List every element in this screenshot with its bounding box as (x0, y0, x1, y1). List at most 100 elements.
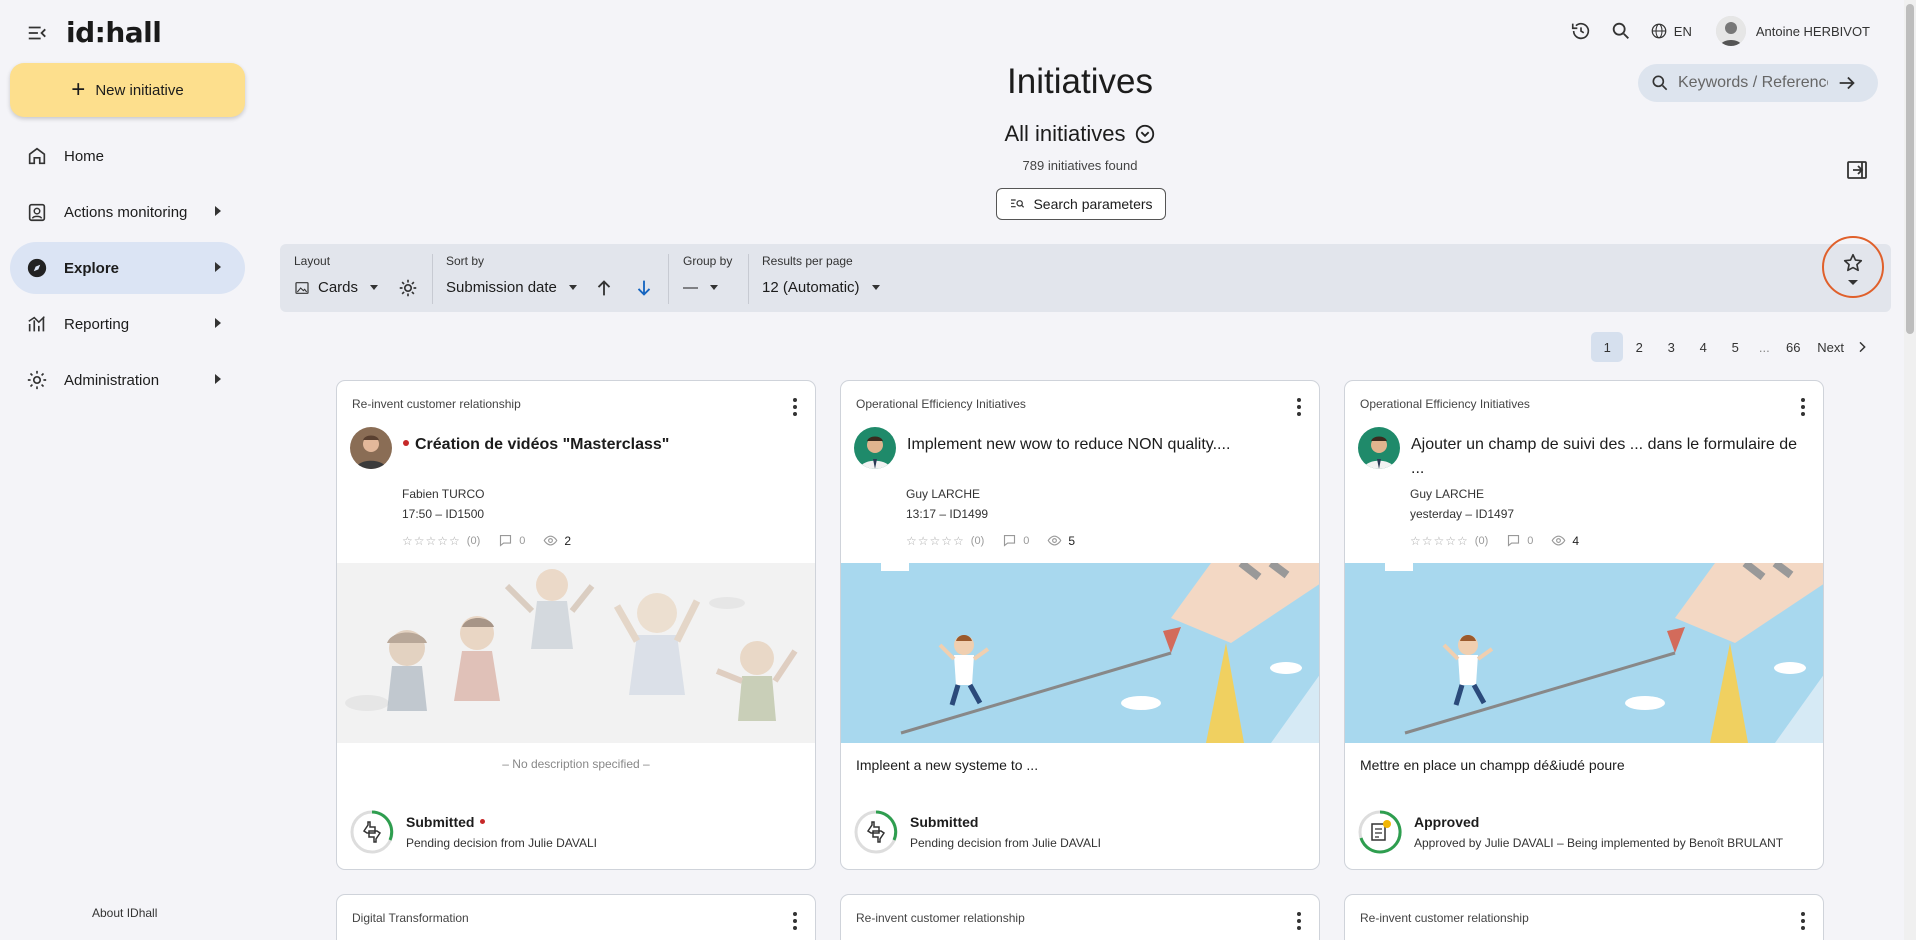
views-value: 5 (1068, 533, 1076, 548)
comment-icon (1004, 534, 1016, 547)
card-category: Re-invent customer relationship (1360, 911, 1529, 925)
more-options-icon[interactable] (1297, 912, 1301, 930)
sidebar-item-administration[interactable]: Administration (10, 354, 245, 406)
new-initiative-button[interactable]: + New initiative (10, 63, 245, 117)
toolbar-divider (668, 254, 669, 304)
card-illustration-climbing-line (841, 563, 1319, 743)
home-icon (28, 147, 46, 165)
arrow-right-icon[interactable] (1836, 72, 1858, 94)
card-stats: ☆☆☆☆☆ (0) 0 4 (1410, 533, 1579, 548)
more-options-icon[interactable] (793, 398, 797, 416)
results-per-page-value: 12 (Automatic) (762, 279, 860, 296)
pagination: 1 2 3 4 5 ... 66 Next (1591, 332, 1870, 362)
results-per-page-label: Results per page (762, 254, 853, 268)
rating-count: (0) (1474, 534, 1489, 547)
next-page-button[interactable]: Next (1817, 339, 1870, 355)
results-count-text: initiatives found (1047, 158, 1138, 173)
rating: ☆☆☆☆☆ (0) (402, 534, 480, 548)
search-icon[interactable] (1610, 20, 1632, 42)
page-button[interactable]: 66 (1777, 332, 1809, 362)
page-button[interactable]: 1 (1591, 332, 1624, 362)
initiative-card[interactable]: Operational Efficiency Initiatives Imple… (840, 380, 1320, 870)
initiative-card[interactable]: Digital Transformation (336, 894, 816, 940)
page-ellipsis: ... (1758, 339, 1770, 355)
view-selector[interactable]: All initiatives (260, 121, 1900, 147)
initiative-card[interactable]: Re-invent customer relationship (1344, 894, 1824, 940)
image-icon (295, 281, 309, 294)
card-category: Operational Efficiency Initiatives (856, 397, 1026, 411)
sidebar-item-actions-monitoring[interactable]: Actions monitoring (10, 186, 245, 238)
views-count: 4 (1551, 533, 1579, 548)
layout-select[interactable]: Cards (294, 279, 379, 296)
results-per-page-select[interactable]: 12 (Automatic) (762, 279, 880, 296)
sidebar-nav: Home Actions monitoring Explore Reportin… (10, 130, 245, 410)
card-status: Approved (1414, 814, 1480, 830)
group-by-select[interactable]: — (683, 279, 718, 296)
page-button[interactable]: 5 (1719, 332, 1751, 362)
initiative-card[interactable]: Re-invent customer relationship Création… (336, 380, 816, 870)
top-bar: EN Antoine HERBIVOT (1570, 16, 1870, 46)
more-options-icon[interactable] (1801, 398, 1805, 416)
sort-select[interactable]: Submission date (446, 279, 577, 296)
group-by-group: Group by — (683, 244, 743, 312)
more-options-icon[interactable] (1297, 398, 1301, 416)
clipboard-person-icon (28, 203, 46, 222)
card-title[interactable]: Ajouter un champ de suivi des ... dans l… (1411, 433, 1809, 481)
rating: ☆☆☆☆☆ (0) (1410, 534, 1488, 548)
toolbar-divider (748, 254, 749, 304)
search-icon (1652, 75, 1668, 91)
favorites-button[interactable] (1822, 236, 1884, 298)
card-status-detail: Approved by Julie DAVALI – Being impleme… (1414, 836, 1784, 850)
sidebar-item-home[interactable]: Home (10, 130, 245, 182)
page-scrollbar[interactable] (1904, 0, 1916, 940)
history-icon[interactable] (1570, 20, 1592, 42)
language-selector[interactable]: EN (1650, 22, 1692, 40)
sort-ascending-arrow-icon[interactable] (593, 277, 615, 299)
more-options-icon[interactable] (1801, 912, 1805, 930)
user-menu[interactable]: Antoine HERBIVOT (1715, 16, 1870, 46)
search-parameters-button[interactable]: Search parameters (996, 188, 1166, 220)
card-title[interactable]: Implement new wow to reduce NON quality.… (907, 433, 1305, 457)
card-stats: ☆☆☆☆☆ (0) 0 2 (402, 533, 571, 548)
initiative-card[interactable]: Operational Efficiency Initiatives Ajout… (1344, 380, 1824, 870)
comments-value: 0 (1527, 534, 1534, 547)
sidebar-item-reporting[interactable]: Reporting (10, 298, 245, 350)
menu-collapse-icon[interactable] (26, 22, 48, 44)
sidebar-item-explore[interactable]: Explore (10, 242, 245, 294)
card-author: Fabien TURCO (402, 487, 485, 501)
sidebar-item-label: Reporting (64, 315, 130, 333)
author-avatar (854, 427, 896, 469)
keyword-search-input[interactable] (1678, 74, 1828, 92)
page-button[interactable]: 2 (1623, 332, 1655, 362)
author-avatar (350, 427, 392, 469)
card-title[interactable]: Création de vidéos "Masterclass" (403, 433, 801, 457)
user-name: Antoine HERBIVOT (1755, 23, 1870, 39)
scrollbar-thumb[interactable] (1906, 4, 1914, 334)
about-link[interactable]: About IDhall (92, 906, 157, 920)
toolbar-divider (432, 254, 433, 304)
page-button[interactable]: 4 (1687, 332, 1719, 362)
dropdown-arrow-icon (1848, 279, 1858, 285)
author-avatar (1358, 427, 1400, 469)
card-illustration-climbing-line (1345, 563, 1823, 743)
chevron-down-circle-icon (1135, 124, 1154, 144)
sort-descending-arrow-icon[interactable] (633, 277, 655, 299)
star-icon (1843, 253, 1863, 271)
card-description: Impleent a new systeme to ... (856, 757, 1039, 773)
results-count-number: 789 (1022, 158, 1045, 173)
rating-stars-icon: ☆☆☆☆☆ (1410, 533, 1469, 548)
card-status-detail: Pending decision from Julie DAVALI (910, 836, 1101, 850)
layout-group: Layout Cards (294, 244, 414, 312)
layout-settings-gear-icon[interactable] (397, 277, 419, 299)
comments-count: 0 (1506, 533, 1533, 548)
dropdown-arrow-icon (370, 285, 379, 290)
export-panel-icon[interactable] (1845, 158, 1869, 182)
group-by-label: Group by (683, 254, 733, 268)
more-options-icon[interactable] (793, 912, 797, 930)
rating-count: (0) (970, 534, 985, 547)
initiative-card[interactable]: Re-invent customer relationship (840, 894, 1320, 940)
page-button[interactable]: 3 (1655, 332, 1687, 362)
approved-status-icon (1358, 810, 1402, 854)
card-category: Re-invent customer relationship (352, 397, 521, 411)
app-logo[interactable]: id:hall (66, 16, 162, 49)
